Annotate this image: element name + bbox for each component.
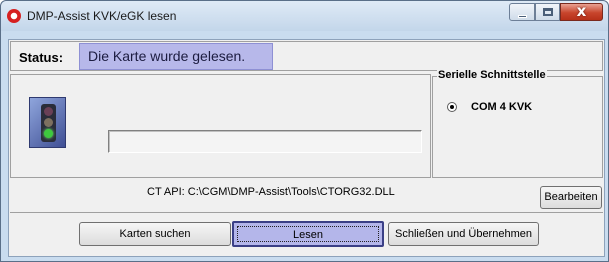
traffic-light-housing — [41, 104, 56, 142]
minimize-button[interactable] — [509, 3, 535, 21]
close-window-button[interactable]: x — [560, 2, 603, 21]
title-bar[interactable]: DMP-Assist KVK/eGK lesen x — [1, 1, 608, 31]
window-title: DMP-Assist KVK/eGK lesen — [27, 9, 177, 23]
red-light — [44, 107, 53, 116]
com4-radio-label[interactable]: COM 4 KVK — [471, 101, 532, 113]
edit-button[interactable]: Bearbeiten — [540, 186, 602, 209]
focus-rectangle — [237, 226, 379, 242]
yellow-light — [44, 118, 53, 127]
reader-panel — [10, 74, 431, 178]
progress-bar — [108, 130, 422, 153]
status-bar: Status: Die Karte wurde gelesen. — [10, 41, 603, 71]
radio-selected-dot — [450, 105, 454, 109]
close-and-apply-button[interactable]: Schließen und Übernehmen — [388, 222, 539, 246]
maximize-button[interactable] — [535, 3, 560, 21]
minimize-icon — [518, 15, 527, 18]
app-window: DMP-Assist KVK/eGK lesen x Status: Die K… — [0, 0, 609, 262]
read-button[interactable]: Lesen — [232, 221, 384, 247]
status-message: Die Karte wurde gelesen. — [79, 43, 273, 70]
com4-radio[interactable] — [447, 102, 457, 112]
status-label: Status: — [19, 50, 64, 65]
maximize-icon — [543, 8, 553, 16]
green-light — [44, 129, 53, 138]
ctapi-row: CT API: C:\CGM\DMP-Assist\Tools\CTORG32.… — [10, 181, 603, 210]
button-bar: Karten suchen Lesen Schließen und Überne… — [10, 212, 603, 254]
serial-port-group-title: Serielle Schnittstelle — [437, 69, 547, 81]
search-cards-button[interactable]: Karten suchen — [79, 222, 231, 246]
traffic-light-icon — [29, 97, 66, 148]
app-icon — [7, 9, 21, 23]
serial-port-group: Serielle Schnittstelle COM 4 KVK — [432, 69, 603, 178]
close-icon: x — [576, 2, 587, 20]
ctapi-path: CT API: C:\CGM\DMP-Assist\Tools\CTORG32.… — [147, 186, 395, 198]
dialog-content: Status: Die Karte wurde gelesen. Seriell… — [8, 39, 605, 257]
